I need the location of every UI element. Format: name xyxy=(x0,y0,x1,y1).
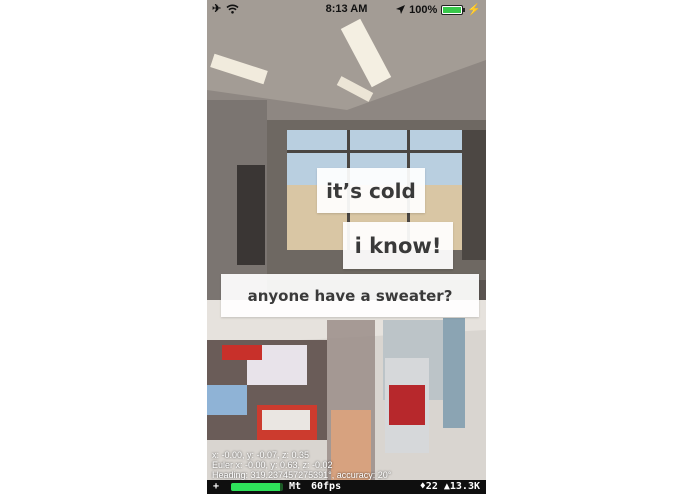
perf-meter-fill xyxy=(231,483,281,491)
debug-heading: Heading: 319.237457275391°, accuracy: 20… xyxy=(212,470,392,480)
perf-node-count: ♦22 ▲13.3K xyxy=(419,481,480,492)
chat-bubble-2[interactable]: i know! xyxy=(343,222,453,269)
status-bar: ✈ 8:13 AM 100% ⚡ xyxy=(207,0,486,18)
chat-bubble-1[interactable]: it’s cold xyxy=(317,168,425,213)
battery-icon xyxy=(441,4,466,15)
chat-bubble-3[interactable]: anyone have a sweater? xyxy=(221,274,479,317)
debug-euler: Euler x: -0.00, y: 0.63, z: -0.02 xyxy=(212,460,333,470)
perf-expand-button[interactable]: + xyxy=(213,481,219,492)
perf-meter xyxy=(231,483,283,491)
charging-icon: ⚡ xyxy=(467,4,481,16)
perf-mt-label: Mt xyxy=(289,481,302,492)
status-right-icons: 100% ⚡ xyxy=(396,3,481,16)
screenshot-canvas: ✈ 8:13 AM 100% ⚡ it’s cold i know! anyon… xyxy=(0,0,695,494)
battery-cap xyxy=(463,7,466,12)
debug-position: x: -0.00, y: -0.07, z: 0.35 xyxy=(212,450,310,460)
battery-level-fill xyxy=(443,6,462,13)
perf-fps-label: 60fps xyxy=(311,481,342,492)
performance-stats-bar: + Mt 60fps ♦22 ▲13.3K xyxy=(207,480,486,494)
phone-screen: ✈ 8:13 AM 100% ⚡ it’s cold i know! anyon… xyxy=(207,0,486,494)
battery-percent: 100% xyxy=(409,3,438,16)
location-arrow-icon xyxy=(396,5,406,14)
